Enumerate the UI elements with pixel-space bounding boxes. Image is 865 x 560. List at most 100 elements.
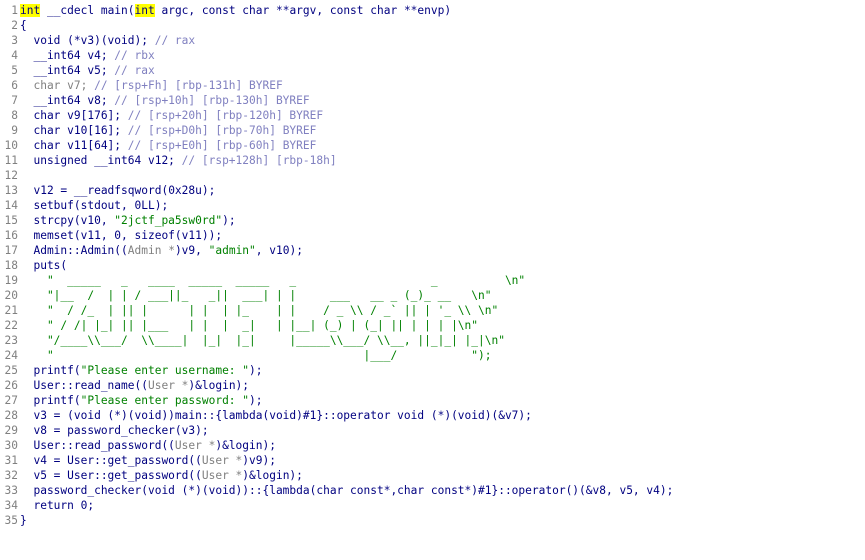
line-number: 27	[4, 394, 18, 407]
code-token: "admin"	[208, 244, 256, 257]
code-line[interactable]: 10 char v11[64]; // [rsp+E0h] [rbp-60h] …	[0, 138, 865, 153]
code-line[interactable]: 12	[0, 168, 865, 183]
code-line[interactable]: 16 memset(v11, 0, sizeof(v11));	[0, 228, 865, 243]
code-token: v12 = __readfsqword(	[20, 184, 169, 197]
code-token: {	[20, 19, 27, 32]
code-token: // rax	[154, 34, 196, 47]
line-number: 34	[4, 499, 18, 512]
code-token: )&login);	[188, 379, 250, 392]
line-number: 14	[4, 199, 18, 212]
line-number: 10	[4, 139, 18, 152]
code-token: )v9);	[242, 454, 276, 467]
code-token: // [rsp+D0h] [rbp-70h] BYREF	[127, 124, 317, 137]
code-line[interactable]: 4 __int64 v4; // rbx	[0, 48, 865, 63]
code-line[interactable]: 9 char v10[16]; // [rsp+D0h] [rbp-70h] B…	[0, 123, 865, 138]
code-line[interactable]: 32 v5 = User::get_password((User *)&logi…	[0, 468, 865, 483]
line-number: 23	[4, 334, 18, 347]
code-token: User::read_password((	[20, 439, 175, 452]
code-token: printf(	[20, 394, 81, 407]
code-token: "/____\\___/ \\____| |_| |_| |_____\\___…	[20, 334, 505, 347]
code-text: "/____\\___/ \\____| |_| |_| |_____\\___…	[18, 333, 505, 348]
code-line[interactable]: 31 v4 = User::get_password((User *)v9);	[0, 453, 865, 468]
code-token: char v9[176];	[20, 109, 128, 122]
code-text: strcpy(v10, "2jctf_pa5sw0rd");	[18, 213, 235, 228]
code-line[interactable]: 30 User::read_password((User *)&login);	[0, 438, 865, 453]
code-token: )v9,	[174, 244, 209, 257]
code-text: " |___/ ");	[18, 348, 492, 363]
code-line[interactable]: 21 " / /_ | || | | | | |_ | | / _ \\ / _…	[0, 303, 865, 318]
code-text: char v7; // [rsp+Fh] [rbp-131h] BYREF	[18, 78, 283, 93]
code-line[interactable]: 5 __int64 v5; // rax	[0, 63, 865, 78]
code-line[interactable]: 17 Admin::Admin((Admin *)v9, "admin", v1…	[0, 243, 865, 258]
code-token: __int64 v5;	[20, 64, 115, 77]
code-token: int	[20, 4, 41, 17]
code-line[interactable]: 29 v8 = password_checker(v3);	[0, 423, 865, 438]
line-number: 9	[11, 124, 18, 137]
code-line[interactable]: 26 User::read_name((User *)&login);	[0, 378, 865, 393]
code-text: int __cdecl main(int argc, const char **…	[18, 3, 451, 18]
line-number: 5	[11, 64, 18, 77]
code-token: 0x28u	[168, 184, 202, 197]
code-token: Admin *	[127, 244, 175, 257]
code-token: )&login);	[242, 469, 303, 482]
code-token: memset(v11, 0, sizeof(v11));	[20, 229, 223, 242]
code-token: " / /| |_| || |___ | | | _| | |__| (_) |…	[20, 319, 479, 332]
line-number: 2	[11, 19, 18, 32]
code-token: v4 = User::get_password((	[20, 454, 202, 467]
line-number: 13	[4, 184, 18, 197]
code-line[interactable]: 7 __int64 v8; // [rsp+10h] [rbp-130h] BY…	[0, 93, 865, 108]
code-token: printf(	[20, 364, 81, 377]
code-line[interactable]: 11 unsigned __int64 v12; // [rsp+128h] […	[0, 153, 865, 168]
code-token: password_checker(void (*)(void))::{lambd…	[20, 484, 674, 497]
code-token: puts(	[20, 259, 68, 272]
code-line[interactable]: 24 " |___/ ");	[0, 348, 865, 363]
code-text: {	[18, 18, 27, 33]
code-line[interactable]: 27 printf("Please enter password: ");	[0, 393, 865, 408]
code-token: // [rsp+20h] [rbp-120h] BYREF	[127, 109, 324, 122]
code-line[interactable]: 33 password_checker(void (*)(void))::{la…	[0, 483, 865, 498]
code-text: " _____ _ ____ _____ _____ _ _ \n"	[18, 273, 525, 288]
code-text: User::read_name((User *)&login);	[18, 378, 249, 393]
code-line[interactable]: 19 " _____ _ ____ _____ _____ _ _ \n"	[0, 273, 865, 288]
code-line[interactable]: 3 void (*v3)(void); // rax	[0, 33, 865, 48]
pseudocode-view[interactable]: 1 int __cdecl main(int argc, const char *…	[0, 0, 865, 560]
code-line[interactable]: 22 " / /| |_| || |___ | | | _| | |__| (_…	[0, 318, 865, 333]
code-token: void (*v3)(void);	[20, 34, 155, 47]
code-line[interactable]: 15 strcpy(v10, "2jctf_pa5sw0rd");	[0, 213, 865, 228]
code-line[interactable]: 18 puts(	[0, 258, 865, 273]
code-line[interactable]: 2{	[0, 18, 865, 33]
line-number: 28	[4, 409, 18, 422]
line-number: 4	[11, 49, 18, 62]
code-text: setbuf(stdout, 0LL);	[18, 198, 168, 213]
code-text: char v11[64]; // [rsp+E0h] [rbp-60h] BYR…	[18, 138, 316, 153]
code-line[interactable]: 6 char v7; // [rsp+Fh] [rbp-131h] BYREF	[0, 78, 865, 93]
line-number: 24	[4, 349, 18, 362]
code-token: }	[20, 514, 27, 527]
code-line[interactable]: 25 printf("Please enter username: ");	[0, 363, 865, 378]
code-line[interactable]: 20 "|__ / | | / ___||_ _|| ___| | | ___ …	[0, 288, 865, 303]
code-line[interactable]: 34 return 0;	[0, 498, 865, 513]
code-token: "Please enter username: "	[80, 364, 250, 377]
code-token: " _____ _ ____ _____ _____ _ _ \n"	[20, 274, 526, 287]
code-line[interactable]: 35}	[0, 513, 865, 528]
code-token: // [rsp+Fh] [rbp-131h] BYREF	[94, 79, 283, 92]
code-text: return 0;	[18, 498, 94, 513]
line-number: 8	[11, 109, 18, 122]
code-token: " |___/ ");	[20, 349, 492, 362]
line-number: 7	[11, 94, 18, 107]
code-text: " / /| |_| || |___ | | | _| | |__| (_) |…	[18, 318, 478, 333]
code-token: User *	[201, 454, 243, 467]
code-text: unsigned __int64 v12; // [rsp+128h] [rbp…	[18, 153, 336, 168]
code-token: )&login);	[215, 439, 276, 452]
line-number: 35	[4, 514, 18, 527]
code-line[interactable]: 23 "/____\\___/ \\____| |_| |_| |_____\\…	[0, 333, 865, 348]
code-text: "|__ / | | / ___||_ _|| ___| | | ___ __ …	[18, 288, 492, 303]
code-line[interactable]: 8 char v9[176]; // [rsp+20h] [rbp-120h] …	[0, 108, 865, 123]
code-line[interactable]: 14 setbuf(stdout, 0LL);	[0, 198, 865, 213]
code-line[interactable]: 28 v3 = (void (*)(void))main::{lambda(vo…	[0, 408, 865, 423]
line-number: 3	[11, 34, 18, 47]
code-text: char v9[176]; // [rsp+20h] [rbp-120h] BY…	[18, 108, 323, 123]
code-line[interactable]: 1 int __cdecl main(int argc, const char *…	[0, 3, 865, 18]
code-line[interactable]: 13 v12 = __readfsqword(0x28u);	[0, 183, 865, 198]
code-token: "Please enter password: "	[80, 394, 250, 407]
